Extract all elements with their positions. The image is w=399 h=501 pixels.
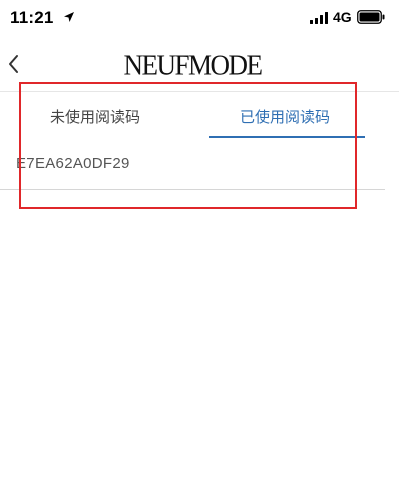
tab-used-codes[interactable]: 已使用阅读码 — [240, 106, 330, 127]
signal-bars-icon — [310, 12, 328, 24]
reading-code-value: E7EA62A0DF29 — [16, 155, 130, 172]
location-arrow-icon — [64, 12, 74, 22]
code-tabs: 未使用阅读码 已使用阅读码 — [0, 92, 399, 140]
network-type: 4G — [333, 9, 352, 25]
active-tab-indicator — [209, 136, 365, 138]
status-bar: 11:21 4G — [0, 0, 399, 36]
brand-logo-title: NEUFMODE — [123, 49, 263, 81]
reading-codes-screen: 11:21 4G NEUFMODE 未使用阅读码 已使用阅读码 E7EA62A0… — [0, 0, 399, 501]
status-time: 11:21 — [10, 8, 54, 27]
tab-unused-codes[interactable]: 未使用阅读码 — [50, 106, 140, 127]
navigation-bar: NEUFMODE — [0, 36, 399, 92]
battery-icon — [357, 10, 385, 24]
list-item[interactable]: E7EA62A0DF29 — [0, 140, 385, 190]
